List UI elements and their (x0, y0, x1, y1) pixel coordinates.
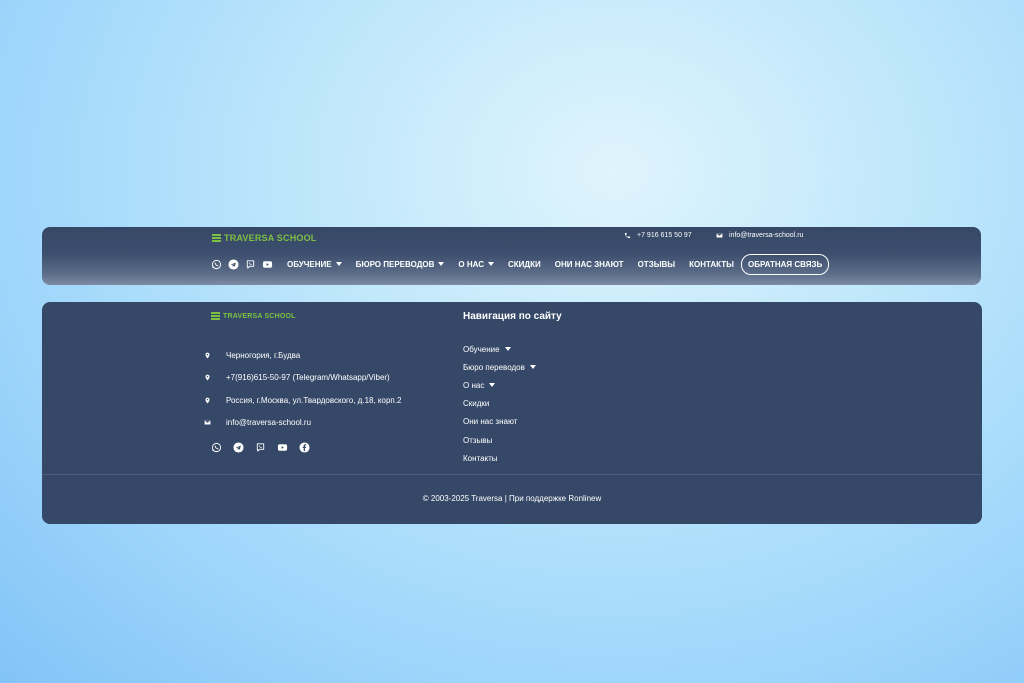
telegram-icon[interactable] (227, 258, 239, 270)
footer-contacts: Черногория, г.Будва +7(916)615-50-97 (Te… (204, 344, 401, 434)
footer-nav-label: О нас (463, 380, 485, 390)
envelope-icon (716, 233, 723, 238)
footer-logo[interactable]: TRAVERSA SCHOOL (211, 312, 296, 320)
site-header: TRAVERSA SCHOOL +7 916 615 50 97 info@tr… (42, 227, 981, 285)
contact-text: info@traversa-school.ru (226, 418, 312, 428)
copyright-text: © 2003-2025 Traversa | При поддержке Ron… (422, 494, 602, 503)
caret-down-icon (335, 262, 342, 266)
footer-nav-label: Обучение (463, 344, 500, 354)
nav-item-obuchenie[interactable]: ОБУЧЕНИЕ (287, 260, 342, 269)
nav-item-label: О НАС (458, 259, 484, 269)
logo-text: TRAVERSA SCHOOL (224, 233, 317, 243)
viber-icon[interactable] (244, 258, 256, 270)
contact-email[interactable]: info@traversa-school.ru (204, 412, 401, 435)
caret-down-icon (487, 262, 494, 266)
footer-nav-label: Бюро переводов (463, 362, 525, 372)
header-phone-text: +7 916 615 50 97 (637, 232, 692, 239)
caret-down-icon (438, 262, 445, 266)
footer-nav-label: Они нас знают (463, 417, 518, 427)
footer-nav-title: Навигация по сайту (463, 311, 562, 322)
contact-text: +7(916)615-50-97 (Telegram/Whatsapp/Vibe… (226, 373, 390, 383)
footer-nav-otzyvy[interactable]: Отзывы (463, 431, 536, 449)
nav-item-label: СКИДКИ (507, 259, 541, 269)
nav-item-kontakty[interactable]: КОНТАКТЫ (689, 260, 734, 269)
site-footer: TRAVERSA SCHOOL Черногория, г.Будва +7(9… (42, 302, 982, 524)
logo-mark-icon (211, 312, 220, 320)
map-pin-icon (205, 397, 210, 404)
contact-address: Россия, г.Москва, ул.Твардовского, д.18,… (204, 389, 401, 412)
logo-text: TRAVERSA SCHOOL (223, 312, 296, 320)
map-pin-icon (205, 352, 210, 359)
nav-item-o-nas[interactable]: О НАС (458, 260, 494, 269)
youtube-icon[interactable] (276, 441, 288, 453)
caret-down-icon (504, 347, 511, 352)
footer-nav-kontakty[interactable]: Контакты (463, 449, 536, 467)
nav-item-skidki[interactable]: СКИДКИ (508, 260, 541, 269)
contact-phone[interactable]: +7(916)615-50-97 (Telegram/Whatsapp/Vibe… (204, 367, 401, 390)
header-phone[interactable]: +7 916 615 50 97 (624, 232, 692, 239)
envelope-icon (204, 420, 211, 425)
contact-text: Черногория, г.Будва (226, 350, 301, 360)
logo-mark-icon (212, 234, 221, 242)
footer-nav-byuro[interactable]: Бюро переводов (463, 358, 536, 376)
footer-nav-label: Отзывы (463, 435, 493, 445)
phone-icon (624, 232, 631, 239)
header-email-text: info@traversa-school.ru (729, 232, 804, 239)
footer-nav-label: Скидки (463, 399, 490, 409)
nav-item-label: КОНТАКТЫ (689, 259, 734, 269)
header-social-links (210, 258, 273, 270)
main-nav: ОБУЧЕНИЕ БЮРО ПЕРЕВОДОВ О НАС СКИДКИ ОНИ… (210, 253, 830, 275)
nav-item-otzyvy[interactable]: ОТЗЫВЫ (638, 260, 676, 269)
nav-item-label: ОТЗЫВЫ (637, 259, 676, 269)
header-email[interactable]: info@traversa-school.ru (716, 232, 803, 239)
footer-nav-oni-nas-znayut[interactable]: Они нас знают (463, 413, 536, 431)
footer-nav-o-nas[interactable]: О нас (463, 376, 536, 394)
whatsapp-icon[interactable] (210, 441, 222, 453)
nav-item-label: ОНИ НАС ЗНАЮТ (554, 259, 624, 269)
footer-nav-skidki[interactable]: Скидки (463, 395, 536, 413)
caret-down-icon (489, 383, 496, 388)
footer-divider (42, 474, 982, 475)
caret-down-icon (529, 365, 536, 370)
map-pin-icon (205, 374, 210, 381)
viber-icon[interactable] (254, 441, 266, 453)
contact-location: Черногория, г.Будва (204, 344, 401, 367)
contact-text: Россия, г.Москва, ул.Твардовского, д.18,… (226, 395, 402, 405)
telegram-icon[interactable] (232, 441, 244, 453)
footer-nav-label: Контакты (463, 453, 498, 463)
feedback-button[interactable]: ОБРАТНАЯ СВЯЗЬ (740, 253, 830, 275)
youtube-icon[interactable] (261, 258, 273, 270)
nav-item-label: ОБУЧЕНИЕ (287, 259, 332, 269)
footer-social-links (210, 441, 310, 453)
header-logo[interactable]: TRAVERSA SCHOOL (212, 233, 317, 243)
footer-nav: Обучение Бюро переводов О нас Скидки Они… (463, 340, 536, 467)
nav-item-byuro[interactable]: БЮРО ПЕРЕВОДОВ (356, 260, 445, 269)
facebook-icon[interactable] (298, 441, 310, 453)
footer-nav-obuchenie[interactable]: Обучение (463, 340, 536, 358)
nav-item-label: БЮРО ПЕРЕВОДОВ (355, 259, 435, 269)
nav-item-oni-nas-znayut[interactable]: ОНИ НАС ЗНАЮТ (555, 260, 624, 269)
whatsapp-icon[interactable] (210, 258, 222, 270)
